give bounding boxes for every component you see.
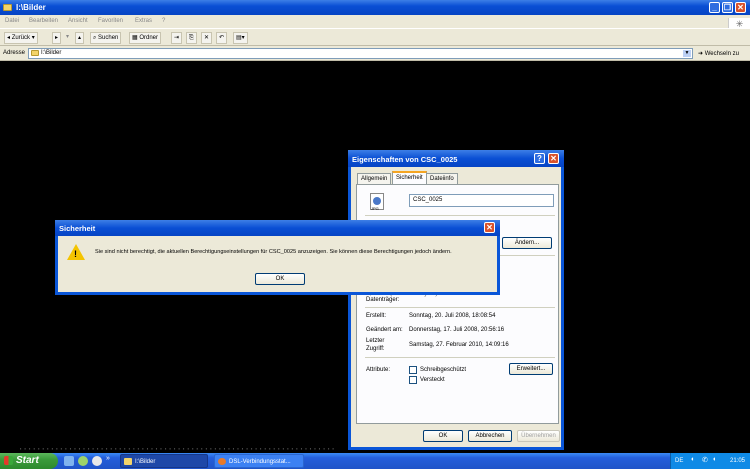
phone-icon[interactable]: ✆ xyxy=(702,456,708,464)
tab-allgemein[interactable]: Allgemein xyxy=(357,173,392,184)
address-label: Adresse xyxy=(3,50,26,56)
menu-datei[interactable]: Datei xyxy=(5,18,19,24)
security-close-button[interactable]: ✕ xyxy=(484,222,495,233)
maximize-button[interactable]: ❐ xyxy=(722,2,733,13)
media-player-icon[interactable] xyxy=(78,456,88,466)
tab-dateiinfo[interactable]: Dateiinfo xyxy=(426,173,458,184)
readonly-checkbox[interactable] xyxy=(409,366,417,374)
security-message-dialog: Sicherheit ✕ ! Sie sind nicht berechtigt… xyxy=(55,220,500,295)
task-dsl[interactable]: DSL-Verbindungsstat... xyxy=(214,454,304,468)
folder-icon xyxy=(3,4,12,11)
divider xyxy=(365,357,555,358)
address-bar: Adresse I:\Bilder ▼ ➜ Wechseln zu xyxy=(0,46,750,61)
menu-favoriten[interactable]: Favoriten xyxy=(98,18,123,24)
views-button[interactable]: ▤▾ xyxy=(233,32,248,44)
chevron-right-icon[interactable]: » xyxy=(106,455,116,465)
properties-close-button[interactable]: ✕ xyxy=(548,153,559,164)
change-button[interactable]: Ändern... xyxy=(502,237,552,249)
explorer-title: I:\Bilder xyxy=(16,3,46,12)
start-button[interactable]: Start xyxy=(0,453,58,469)
menu-help[interactable]: ? xyxy=(162,18,165,24)
folder-icon xyxy=(31,50,39,56)
close-button[interactable]: ✕ xyxy=(735,2,746,13)
toolbar: ◂ Zurück ▾ ▸ ▾ ▴ ⌕ Suchen ▦ Ordner ⇥ ⎘ ✕… xyxy=(0,28,750,46)
properties-title-bar[interactable]: Eigenschaften von CSC_0025 ? ✕ xyxy=(348,150,564,167)
divider xyxy=(365,307,555,308)
tab-sicherheit[interactable]: Sicherheit xyxy=(392,171,427,185)
minimize-button[interactable]: _ xyxy=(709,2,720,13)
background-dots: ▪ ▪ ▪ ▪ ▪ ▪ ▪ ▪ ▪ ▪ ▪ ▪ ▪ ▪ ▪ ▪ ▪ ▪ ▪ ▪ … xyxy=(20,446,335,451)
advanced-button[interactable]: Erweitert... xyxy=(509,363,553,375)
forward-button[interactable]: ▸ xyxy=(52,32,62,44)
task-explorer[interactable]: I:\Bilder xyxy=(120,454,208,468)
clock[interactable]: 21:05 xyxy=(730,458,745,464)
language-indicator[interactable]: DE xyxy=(675,458,683,464)
properties-title: Eigenschaften von CSC_0025 xyxy=(352,155,458,164)
ok-button[interactable]: OK xyxy=(423,430,463,442)
apply-button[interactable]: Übernehmen xyxy=(517,430,560,442)
modified-label: Geändert am: xyxy=(366,327,403,333)
taskbar: Start » I:\Bilder DSL-Verbindungsstat...… xyxy=(0,453,750,469)
accessed-value: Samstag, 27. Februar 2010, 14:09:16 xyxy=(409,342,509,348)
cancel-button[interactable]: Abbrechen xyxy=(468,430,512,442)
task-dsl-label: DSL-Verbindungsstat... xyxy=(229,459,291,465)
address-input[interactable]: I:\Bilder ▼ xyxy=(28,48,693,59)
security-ok-button[interactable]: OK xyxy=(255,273,305,285)
search-label: Suchen xyxy=(98,35,119,41)
show-desktop-icon[interactable] xyxy=(64,456,74,466)
divider xyxy=(365,215,555,216)
security-message: Sie sind nicht berechtigt, die aktuellen… xyxy=(95,249,452,255)
help-button[interactable]: ? xyxy=(534,153,545,164)
back-button[interactable]: ◂ Zurück ▾ xyxy=(4,32,38,44)
network-icon[interactable]: ◐ xyxy=(691,456,695,463)
copy-to-icon[interactable]: ⎘ xyxy=(186,32,197,44)
folders-button[interactable]: ▦ Ordner xyxy=(129,32,162,44)
security-title-bar[interactable]: Sicherheit ✕ xyxy=(55,220,500,236)
windows-logo-icon xyxy=(4,456,13,465)
created-label: Erstellt: xyxy=(366,313,387,319)
menu-ansicht[interactable]: Ansicht xyxy=(68,18,88,24)
attributes-label: Attribute: xyxy=(366,367,391,373)
security-title: Sicherheit xyxy=(59,224,96,233)
hidden-checkbox[interactable] xyxy=(409,376,417,384)
filename-field[interactable]: CSC_0025 xyxy=(409,194,554,207)
menu-bearbeiten[interactable]: Bearbeiten xyxy=(29,18,58,24)
accessed-label-2: Zugriff: xyxy=(366,346,385,352)
modified-value: Donnerstag, 17. Juli 2008, 20:56:16 xyxy=(409,327,505,333)
search-button[interactable]: ⌕ Suchen xyxy=(90,32,122,44)
back-label: Zurück xyxy=(11,35,31,41)
delete-icon[interactable]: ✕ xyxy=(201,32,213,44)
browser-icon[interactable] xyxy=(92,456,102,466)
go-button[interactable]: ➜ Wechseln zu xyxy=(698,50,739,57)
dsl-connection-icon xyxy=(218,458,226,465)
file-icon-label: JPG xyxy=(371,206,379,211)
up-button[interactable]: ▴ xyxy=(75,32,85,44)
folder-icon xyxy=(124,458,132,465)
volume-icon[interactable]: ◖ xyxy=(712,456,716,463)
chevron-down-icon[interactable]: ▼ xyxy=(683,50,691,57)
system-tray: DE ◐ ✆ ◖ 21:05 xyxy=(670,453,750,469)
start-label: Start xyxy=(16,455,39,466)
disk-label: Datenträger: xyxy=(366,297,400,303)
task-explorer-label: I:\Bilder xyxy=(135,459,156,465)
hidden-label: Versteckt xyxy=(420,377,445,383)
accessed-label-1: Letzter xyxy=(366,338,385,344)
properties-dialog: Eigenschaften von CSC_0025 ? ✕ Allgemein… xyxy=(348,150,564,450)
readonly-label: Schreibgeschützt xyxy=(420,367,467,373)
undo-icon[interactable]: ↶ xyxy=(216,32,228,44)
menu-bar: Datei Bearbeiten Ansicht Favoriten Extra… xyxy=(0,15,750,31)
go-label: Wechseln zu xyxy=(704,51,739,57)
forward-dropdown[interactable]: ▾ xyxy=(64,32,71,44)
created-value: Sonntag, 20. Juli 2008, 18:08:54 xyxy=(409,313,496,319)
menu-extras[interactable]: Extras xyxy=(135,18,152,24)
move-to-icon[interactable]: ⇥ xyxy=(171,32,183,44)
folders-label: Ordner xyxy=(139,35,159,41)
explorer-title-bar[interactable]: I:\Bilder _ ❐ ✕ xyxy=(0,0,750,15)
warning-exclamation-icon: ! xyxy=(74,249,77,259)
address-value: I:\Bilder xyxy=(41,50,62,56)
